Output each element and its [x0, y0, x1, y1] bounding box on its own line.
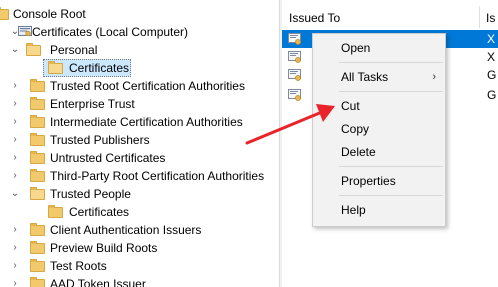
- issuer-cell: X: [487, 32, 496, 46]
- chevron-down-icon[interactable]: ⌄: [10, 41, 20, 59]
- tree-item-personal[interactable]: ⌄ Personal: [0, 41, 279, 59]
- menu-item-open[interactable]: Open: [313, 37, 445, 59]
- folder-icon: [30, 151, 45, 164]
- context-menu: Open All Tasks › Cut Copy Delete Propert…: [312, 33, 446, 227]
- folder-icon: [48, 205, 63, 218]
- menu-item-delete[interactable]: Delete: [313, 141, 445, 163]
- folder-icon: [30, 79, 45, 92]
- folder-icon: [30, 169, 45, 182]
- tree-item-label: Console Root: [13, 7, 86, 21]
- menu-item-label: Cut: [341, 99, 360, 113]
- chevron-right-icon[interactable]: ›: [10, 77, 20, 95]
- menu-item-all-tasks[interactable]: All Tasks ›: [313, 66, 445, 88]
- menu-item-label: Help: [341, 203, 366, 217]
- folder-icon: [30, 133, 45, 146]
- tree-item-label: Trusted Root Certification Authorities: [50, 79, 245, 93]
- chevron-right-icon[interactable]: ›: [10, 95, 20, 113]
- tree-item-label: Certificates: [69, 205, 130, 219]
- tree-item-personal-certificates[interactable]: Certificates: [0, 59, 279, 77]
- chevron-right-icon[interactable]: ›: [10, 167, 20, 185]
- menu-item-label: Properties: [341, 174, 396, 188]
- menu-separator: [339, 91, 443, 92]
- menu-item-properties[interactable]: Properties: [313, 170, 445, 192]
- issuer-cell: G: [487, 68, 497, 82]
- tree-item-test-roots[interactable]: › Test Roots: [0, 257, 279, 275]
- folder-open-icon: [30, 187, 45, 200]
- chevron-right-icon[interactable]: ›: [10, 221, 20, 239]
- folder-open-icon: [26, 43, 41, 56]
- tree-item-enterprise-trust[interactable]: › Enterprise Trust: [0, 95, 279, 113]
- tree-item-label: Preview Build Roots: [50, 241, 158, 255]
- issuer-cell: G: [487, 88, 497, 102]
- menu-item-help[interactable]: Help: [313, 199, 445, 221]
- menu-item-label: Open: [341, 41, 371, 55]
- tree-item-aad-token-issuer[interactable]: › AAD Token Issuer: [0, 275, 279, 287]
- tree-item-label: Client Authentication Issuers: [50, 223, 202, 237]
- certificate-store-icon: [18, 26, 32, 37]
- menu-separator: [339, 195, 443, 196]
- issuer-cell: X: [487, 50, 496, 64]
- certificate-icon: [288, 69, 301, 81]
- list-header: Issued To Is: [282, 0, 498, 32]
- tree-item-label: AAD Token Issuer: [50, 277, 146, 287]
- chevron-down-icon[interactable]: ⌄: [10, 185, 20, 203]
- tree-item-intermediate-ca[interactable]: › Intermediate Certification Authorities: [0, 113, 279, 131]
- column-header-issued-to[interactable]: Issued To: [289, 11, 340, 25]
- tree-item-trusted-people[interactable]: ⌄ Trusted People: [0, 185, 279, 203]
- tree-item-label: Test Roots: [50, 259, 107, 273]
- tree-item-preview-build-roots[interactable]: › Preview Build Roots: [0, 239, 279, 257]
- certificate-icon: [288, 89, 301, 101]
- tree-item-third-party-root[interactable]: › Third-Party Root Certification Authori…: [0, 167, 279, 185]
- menu-item-label: Copy: [341, 122, 370, 136]
- menu-separator: [339, 166, 443, 167]
- folder-icon: [30, 97, 45, 110]
- submenu-arrow-icon: ›: [432, 71, 436, 83]
- tree-item-untrusted-certificates[interactable]: › Untrusted Certificates: [0, 149, 279, 167]
- column-divider[interactable]: [479, 6, 480, 28]
- tree-item-certificates-local-computer[interactable]: ⌄ Certificates (Local Computer): [0, 23, 279, 41]
- tree-item-label: Third-Party Root Certification Authoriti…: [50, 169, 265, 183]
- tree-item-trusted-publishers[interactable]: › Trusted Publishers: [0, 131, 279, 149]
- tree-item-trusted-people-certificates[interactable]: Certificates: [0, 203, 279, 221]
- chevron-right-icon[interactable]: ›: [10, 149, 20, 167]
- folder-icon: [0, 7, 9, 20]
- tree-item-label: Enterprise Trust: [50, 97, 135, 111]
- chevron-right-icon[interactable]: ›: [10, 275, 20, 287]
- tree-item-label: Untrusted Certificates: [50, 151, 166, 165]
- chevron-right-icon[interactable]: ›: [10, 131, 20, 149]
- chevron-right-icon[interactable]: ›: [10, 239, 20, 257]
- certificate-icon: [288, 33, 301, 45]
- folder-icon: [30, 259, 45, 272]
- tree-item-client-auth-issuers[interactable]: › Client Authentication Issuers: [0, 221, 279, 239]
- tree-item-trusted-root[interactable]: › Trusted Root Certification Authorities: [0, 77, 279, 95]
- menu-item-copy[interactable]: Copy: [313, 118, 445, 140]
- tree-item-label: Trusted Publishers: [50, 133, 150, 147]
- certificate-icon: [288, 51, 301, 63]
- tree-item-label: Intermediate Certification Authorities: [50, 115, 243, 129]
- folder-icon: [30, 223, 45, 236]
- console-tree: Console Root ⌄ Certificates (Local Compu…: [0, 0, 279, 287]
- folder-icon: [30, 277, 45, 287]
- folder-icon: [30, 241, 45, 254]
- tree-item-label: Personal: [50, 43, 98, 57]
- menu-separator: [339, 62, 443, 63]
- tree-item-console-root[interactable]: Console Root: [0, 5, 279, 23]
- folder-open-icon: [48, 61, 63, 74]
- tree-item-label: Certificates: [69, 61, 130, 75]
- tree-item-label: Trusted People: [50, 187, 131, 201]
- tree-item-label: Certificates (Local Computer): [32, 25, 189, 39]
- chevron-right-icon[interactable]: ›: [10, 113, 20, 131]
- menu-item-cut[interactable]: Cut: [313, 95, 445, 117]
- column-header-issued-by[interactable]: Is: [486, 11, 495, 25]
- chevron-right-icon[interactable]: ›: [10, 257, 20, 275]
- menu-item-label: All Tasks: [341, 70, 389, 84]
- menu-item-label: Delete: [341, 145, 376, 159]
- folder-icon: [30, 115, 45, 128]
